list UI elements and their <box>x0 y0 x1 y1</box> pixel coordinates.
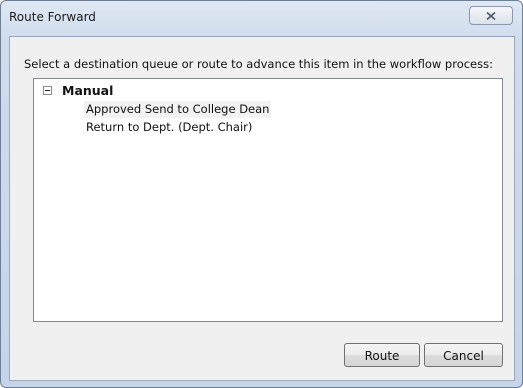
cancel-button[interactable]: Cancel <box>424 343 503 367</box>
route-button[interactable]: Route <box>344 343 420 367</box>
close-button[interactable] <box>469 6 513 25</box>
tree-item-return-to-dept[interactable]: Return to Dept. (Dept. Chair) <box>84 119 254 136</box>
close-icon <box>486 12 496 20</box>
tree-node-label: Manual <box>62 82 114 98</box>
tree-node-manual[interactable]: Manual <box>43 82 113 98</box>
tree-item-approved-send-to-college-dean[interactable]: Approved Send to College Dean <box>84 101 272 118</box>
window-title: Route Forward <box>9 10 96 24</box>
instruction-text: Select a destination queue or route to a… <box>24 57 493 71</box>
route-tree-view[interactable]: Manual Approved Send to College Dean Ret… <box>33 78 503 322</box>
title-bar[interactable]: Route Forward <box>1 1 522 37</box>
collapse-minus-icon[interactable] <box>43 85 52 95</box>
